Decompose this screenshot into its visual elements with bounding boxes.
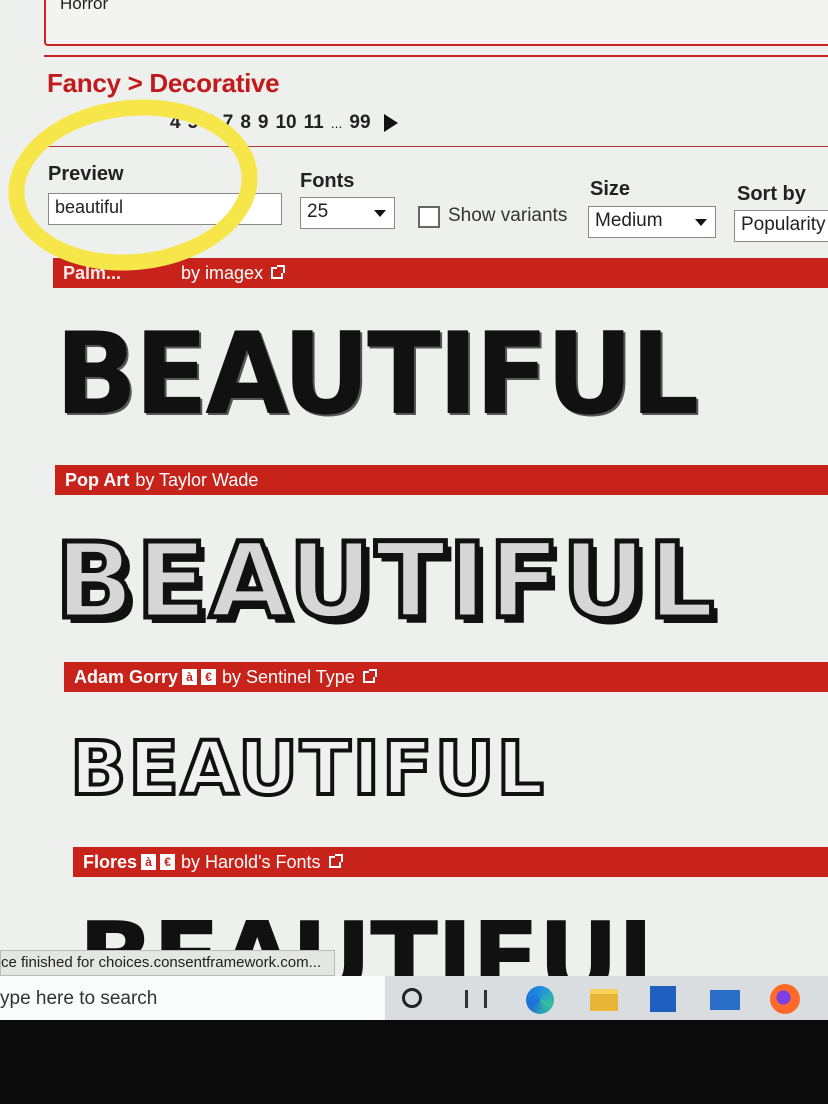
font-header-adam-gorry[interactable]: Adam Gorry à € by Sentinel Type bbox=[64, 662, 828, 692]
store-icon[interactable] bbox=[650, 986, 676, 1012]
fonts-per-page-select[interactable]: 25 bbox=[300, 197, 395, 229]
chevron-down-icon bbox=[374, 210, 386, 217]
font-author[interactable]: by imagex bbox=[181, 263, 263, 284]
show-variants-checkbox[interactable] bbox=[418, 206, 440, 228]
page-link-11[interactable]: 11 bbox=[304, 112, 324, 134]
font-author[interactable]: by Taylor Wade bbox=[135, 470, 258, 491]
page-ellipsis: ... bbox=[330, 115, 343, 131]
euro-sign-icon: € bbox=[201, 669, 217, 685]
font-author[interactable]: by Harold's Fonts bbox=[181, 852, 321, 873]
fonts-label: Fonts bbox=[300, 170, 355, 192]
accented-chars-icon: à bbox=[182, 669, 198, 685]
external-link-icon[interactable] bbox=[271, 265, 286, 279]
font-preview-pop-art[interactable]: BEAUTIFUL bbox=[52, 518, 716, 645]
breadcrumb[interactable]: Fancy > Decorative bbox=[47, 68, 280, 99]
edge-icon[interactable] bbox=[526, 986, 554, 1014]
font-author[interactable]: by Sentinel Type bbox=[222, 667, 355, 688]
chevron-down-icon bbox=[695, 219, 707, 226]
browser-status-bar: ce finished for choices.consentframework… bbox=[0, 950, 335, 976]
size-select[interactable]: Medium bbox=[588, 206, 716, 238]
firefox-icon[interactable] bbox=[770, 984, 800, 1014]
sort-value: Popularity bbox=[741, 214, 826, 235]
sort-label: Sort by bbox=[737, 183, 806, 205]
monitor-bezel bbox=[0, 1020, 828, 1104]
external-link-icon[interactable] bbox=[328, 854, 343, 868]
page-link-8[interactable]: 8 bbox=[240, 112, 251, 134]
accented-chars-icon: à bbox=[141, 854, 157, 870]
font-name[interactable]: Adam Gorry bbox=[74, 667, 178, 688]
previous-category-label[interactable]: Horror bbox=[60, 0, 108, 14]
browser-page: Horror Fancy > Decorative 4 5 6 7 8 9 10… bbox=[0, 0, 828, 1020]
font-name[interactable]: Pop Art bbox=[65, 470, 129, 491]
previous-category-box: Horror bbox=[44, 0, 828, 46]
size-label: Size bbox=[590, 178, 631, 200]
page-link-9[interactable]: 9 bbox=[258, 112, 269, 134]
font-preview-adam-gorry[interactable]: BEAUTIFUL bbox=[68, 724, 546, 814]
page-link-last[interactable]: 99 bbox=[349, 112, 370, 134]
show-variants-label[interactable]: Show variants bbox=[448, 205, 567, 227]
size-value: Medium bbox=[595, 210, 663, 231]
external-link-icon[interactable] bbox=[362, 669, 377, 683]
font-name[interactable]: Flores bbox=[83, 852, 137, 873]
sort-select[interactable]: Popularity bbox=[734, 210, 828, 242]
fonts-per-page-value: 25 bbox=[307, 201, 329, 222]
mail-icon[interactable] bbox=[710, 990, 740, 1010]
next-page-icon[interactable] bbox=[383, 114, 398, 132]
task-view-icon[interactable] bbox=[465, 990, 487, 1008]
cortana-icon[interactable] bbox=[402, 988, 422, 1008]
euro-sign-icon: € bbox=[160, 854, 176, 870]
font-header-flores[interactable]: Flores à € by Harold's Fonts bbox=[73, 847, 828, 877]
windows-taskbar: ype here to search bbox=[0, 976, 828, 1020]
taskbar-search-box[interactable]: ype here to search bbox=[0, 976, 385, 1020]
font-preview-palm[interactable]: BEAUTIFUL bbox=[55, 309, 699, 440]
divider bbox=[44, 55, 828, 57]
page-link-10[interactable]: 10 bbox=[275, 112, 296, 134]
file-explorer-icon[interactable] bbox=[590, 989, 618, 1011]
font-header-pop-art[interactable]: Pop Art by Taylor Wade bbox=[55, 465, 828, 495]
